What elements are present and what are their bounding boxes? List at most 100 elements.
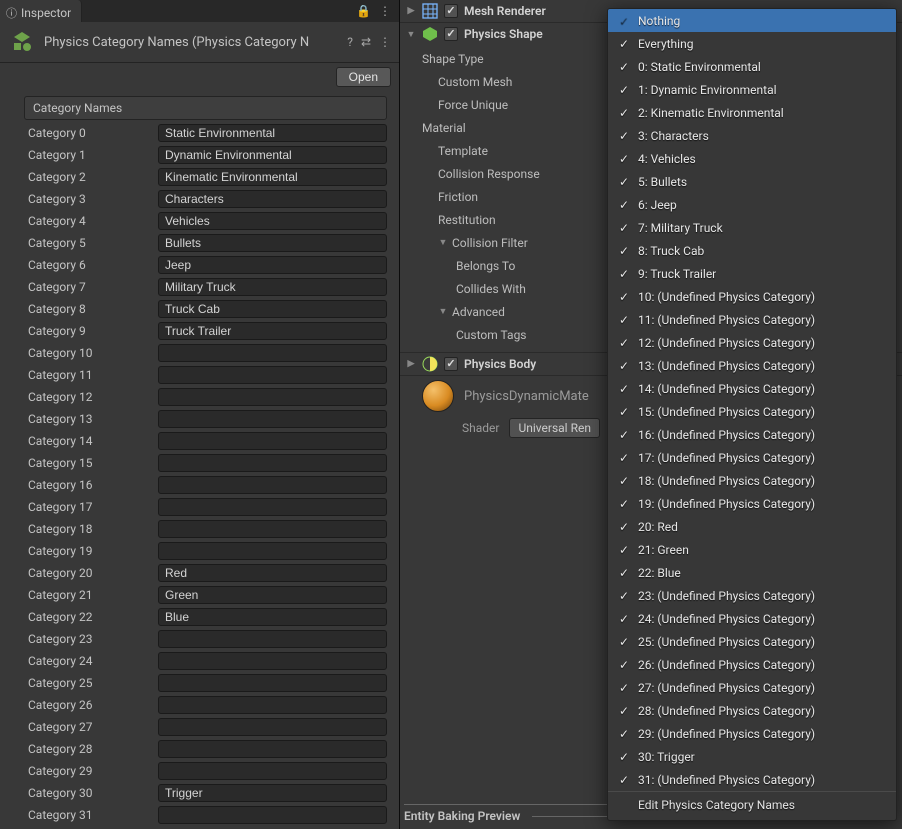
category-input[interactable]	[158, 718, 387, 736]
category-input[interactable]	[158, 168, 387, 186]
category-input[interactable]	[158, 586, 387, 604]
dropdown-item[interactable]: ✓14: (Undefined Physics Category)	[608, 377, 896, 400]
category-input[interactable]	[158, 234, 387, 252]
presets-icon[interactable]: ⇄	[361, 35, 371, 49]
foldout-icon[interactable]: ▶	[406, 6, 416, 16]
category-row: Category 16	[24, 474, 387, 496]
category-input[interactable]	[158, 454, 387, 472]
category-input[interactable]	[158, 300, 387, 318]
foldout-icon[interactable]: ▼	[438, 237, 448, 248]
tab-menu-icon[interactable]: ⋮	[379, 4, 391, 18]
dropdown-item[interactable]: ✓10: (Undefined Physics Category)	[608, 285, 896, 308]
dropdown-item[interactable]: ✓25: (Undefined Physics Category)	[608, 630, 896, 653]
category-row: Category 20	[24, 562, 387, 584]
lock-icon[interactable]: 🔒	[356, 4, 371, 18]
category-input[interactable]	[158, 542, 387, 560]
dropdown-item[interactable]: ✓20: Red	[608, 515, 896, 538]
category-input[interactable]	[158, 278, 387, 296]
dropdown-item-label: 4: Vehicles	[638, 152, 696, 166]
category-input[interactable]	[158, 476, 387, 494]
category-input[interactable]	[158, 608, 387, 626]
menu-icon[interactable]: ⋮	[379, 35, 391, 49]
check-icon: ✓	[618, 175, 630, 189]
dropdown-item[interactable]: ✓7: Military Truck	[608, 216, 896, 239]
category-row: Category 4	[24, 210, 387, 232]
dropdown-item[interactable]: ✓6: Jeep	[608, 193, 896, 216]
dropdown-item[interactable]: ✓27: (Undefined Physics Category)	[608, 676, 896, 699]
dropdown-item-label: 18: (Undefined Physics Category)	[638, 474, 815, 488]
open-button[interactable]: Open	[336, 67, 391, 87]
category-input[interactable]	[158, 630, 387, 648]
check-icon: ✓	[618, 474, 630, 488]
category-input[interactable]	[158, 432, 387, 450]
dropdown-item[interactable]: ✓21: Green	[608, 538, 896, 561]
category-input[interactable]	[158, 410, 387, 428]
foldout-icon[interactable]: ▶	[406, 359, 416, 369]
dropdown-item-nothing[interactable]: ✓ Nothing	[608, 9, 896, 32]
dropdown-item[interactable]: ✓2: Kinematic Environmental	[608, 101, 896, 124]
dropdown-item[interactable]: ✓0: Static Environmental	[608, 55, 896, 78]
category-input[interactable]	[158, 190, 387, 208]
mesh-renderer-checkbox[interactable]: ✓	[444, 4, 458, 18]
dropdown-item[interactable]: ✓9: Truck Trailer	[608, 262, 896, 285]
dropdown-item[interactable]: ✓15: (Undefined Physics Category)	[608, 400, 896, 423]
dropdown-item[interactable]: ✓31: (Undefined Physics Category)	[608, 768, 896, 791]
category-input[interactable]	[158, 322, 387, 340]
category-input[interactable]	[158, 498, 387, 516]
foldout-icon[interactable]: ▼	[406, 29, 416, 40]
dropdown-item[interactable]: ✓29: (Undefined Physics Category)	[608, 722, 896, 745]
category-label: Category 28	[24, 742, 154, 756]
category-input[interactable]	[158, 344, 387, 362]
category-input[interactable]	[158, 564, 387, 582]
physics-shape-checkbox[interactable]: ✓	[444, 27, 458, 41]
dropdown-item[interactable]: ✓23: (Undefined Physics Category)	[608, 584, 896, 607]
dropdown-item[interactable]: ✓28: (Undefined Physics Category)	[608, 699, 896, 722]
dropdown-item[interactable]: ✓24: (Undefined Physics Category)	[608, 607, 896, 630]
dropdown-item[interactable]: ✓12: (Undefined Physics Category)	[608, 331, 896, 354]
category-input[interactable]	[158, 146, 387, 164]
help-icon[interactable]: ?	[347, 35, 353, 49]
dropdown-item[interactable]: ✓19: (Undefined Physics Category)	[608, 492, 896, 515]
category-input[interactable]	[158, 520, 387, 538]
dropdown-item-label: 23: (Undefined Physics Category)	[638, 589, 815, 603]
category-input[interactable]	[158, 762, 387, 780]
dropdown-item[interactable]: ✓22: Blue	[608, 561, 896, 584]
check-icon: ✓	[618, 290, 630, 304]
dropdown-item-label: 14: (Undefined Physics Category)	[638, 382, 815, 396]
tab-inspector[interactable]: ⓘ Inspector	[0, 0, 82, 22]
category-names-header[interactable]: Category Names	[24, 96, 387, 120]
category-row: Category 15	[24, 452, 387, 474]
category-input[interactable]	[158, 256, 387, 274]
physics-body-checkbox[interactable]: ✓	[444, 357, 458, 371]
dropdown-item[interactable]: ✓30: Trigger	[608, 745, 896, 768]
category-input[interactable]	[158, 784, 387, 802]
dropdown-edit-categories[interactable]: Edit Physics Category Names	[608, 791, 896, 820]
foldout-icon[interactable]: ▼	[438, 306, 448, 317]
dropdown-item[interactable]: ✓ 4: Vehicles	[608, 147, 896, 170]
dropdown-item[interactable]: ✓3: Characters	[608, 124, 896, 147]
category-input[interactable]	[158, 124, 387, 142]
category-input[interactable]	[158, 366, 387, 384]
category-input[interactable]	[158, 652, 387, 670]
dropdown-item[interactable]: ✓26: (Undefined Physics Category)	[608, 653, 896, 676]
dropdown-item[interactable]: ✓8: Truck Cab	[608, 239, 896, 262]
dropdown-item[interactable]: ✓16: (Undefined Physics Category)	[608, 423, 896, 446]
shader-dropdown[interactable]: Universal Ren	[509, 418, 600, 438]
dropdown-item[interactable]: ✓1: Dynamic Environmental	[608, 78, 896, 101]
dropdown-item[interactable]: ✓17: (Undefined Physics Category)	[608, 446, 896, 469]
layer-mask-dropdown[interactable]: ✓ Nothing ✓ Everything ✓0: Static Enviro…	[607, 8, 897, 821]
check-icon: ✓	[618, 152, 630, 166]
category-input[interactable]	[158, 674, 387, 692]
dropdown-item[interactable]: ✓5: Bullets	[608, 170, 896, 193]
category-label: Category 4	[24, 214, 154, 228]
category-input[interactable]	[158, 806, 387, 824]
category-input[interactable]	[158, 696, 387, 714]
category-input[interactable]	[158, 212, 387, 230]
check-icon: ✓	[618, 727, 630, 741]
category-input[interactable]	[158, 388, 387, 406]
category-input[interactable]	[158, 740, 387, 758]
dropdown-item-everything[interactable]: ✓ Everything	[608, 32, 896, 55]
dropdown-item[interactable]: ✓ 18: (Undefined Physics Category)	[608, 469, 896, 492]
dropdown-item[interactable]: ✓11: (Undefined Physics Category)	[608, 308, 896, 331]
dropdown-item[interactable]: ✓13: (Undefined Physics Category)	[608, 354, 896, 377]
